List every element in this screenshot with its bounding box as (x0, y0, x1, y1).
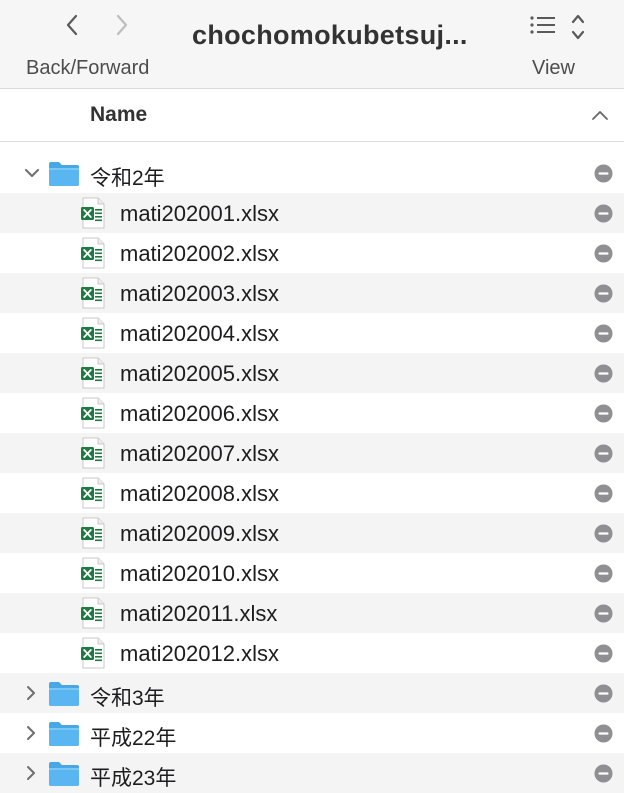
file-name: mati202005.xlsx (120, 361, 279, 386)
remove-icon[interactable] (594, 724, 613, 743)
chevron-right-icon (116, 14, 128, 36)
excel-file-icon (81, 517, 105, 549)
disclosure-toggle[interactable] (20, 683, 44, 703)
folder-row[interactable]: 令和2年 (0, 153, 624, 193)
file-name: mati202003.xlsx (120, 281, 279, 306)
disclosure-toggle[interactable] (20, 163, 44, 183)
folder-icon (49, 162, 79, 186)
file-row[interactable]: mati202007.xlsx (0, 433, 624, 473)
excel-file-icon (81, 277, 105, 309)
folder-row[interactable]: 令和3年 (0, 673, 624, 713)
excel-file-icon (81, 637, 105, 669)
file-name: mati202011.xlsx (120, 601, 278, 626)
file-name: mati202012.xlsx (120, 641, 279, 666)
remove-icon[interactable] (594, 284, 613, 303)
sort-ascending-icon[interactable] (589, 105, 611, 125)
file-row[interactable]: mati202004.xlsx (0, 313, 624, 353)
name-column-header[interactable]: Name (90, 103, 147, 127)
chevron-down-icon (25, 169, 39, 177)
excel-file-icon (81, 197, 105, 229)
back-forward-label: Back/Forward (26, 57, 150, 79)
remove-icon[interactable] (594, 444, 613, 463)
chevron-left-icon (66, 14, 78, 36)
excel-file-icon (81, 597, 105, 629)
excel-file-icon (81, 237, 105, 269)
remove-icon[interactable] (594, 524, 613, 543)
remove-icon[interactable] (594, 564, 613, 583)
remove-icon[interactable] (594, 364, 613, 383)
file-list: 令和2年 mati202001.xlsx mati202002.xlsx mati20… (0, 153, 624, 793)
file-name: mati202006.xlsx (120, 401, 279, 426)
remove-icon[interactable] (594, 764, 613, 783)
disclosure-toggle[interactable] (20, 763, 44, 783)
file-name: mati202008.xlsx (120, 481, 279, 506)
file-name: mati202009.xlsx (120, 521, 279, 546)
view-mode-button[interactable] (528, 10, 558, 40)
chevron-right-icon (27, 726, 35, 740)
folder-row[interactable]: 平成23年 (0, 753, 624, 793)
file-row[interactable]: mati202010.xlsx (0, 553, 624, 593)
remove-icon[interactable] (594, 604, 613, 623)
remove-icon[interactable] (594, 684, 613, 703)
file-row[interactable]: mati202008.xlsx (0, 473, 624, 513)
toolbar: Back/Forward chochomokubetsuj... View (0, 0, 624, 89)
file-row[interactable]: mati202009.xlsx (0, 513, 624, 553)
excel-file-icon (81, 357, 105, 389)
view-mode-dropdown[interactable] (568, 10, 588, 44)
view-label: View (532, 57, 575, 79)
remove-icon[interactable] (594, 164, 613, 183)
remove-icon[interactable] (594, 484, 613, 503)
folder-icon (49, 762, 79, 786)
excel-file-icon (81, 557, 105, 589)
folder-name: 令和3年 (90, 687, 165, 710)
chevron-right-icon (27, 766, 35, 780)
remove-icon[interactable] (594, 204, 613, 223)
file-name: mati202010.xlsx (120, 561, 279, 586)
list-view-icon (530, 16, 555, 34)
file-row[interactable]: mati202012.xlsx (0, 633, 624, 673)
file-name: mati202007.xlsx (120, 441, 279, 466)
chevron-right-icon (27, 686, 35, 700)
window-title: chochomokubetsuj... (192, 20, 468, 50)
excel-file-icon (81, 477, 105, 509)
remove-icon[interactable] (594, 644, 613, 663)
folder-icon (49, 722, 79, 746)
column-header: Name (0, 89, 624, 142)
forward-button[interactable] (108, 10, 136, 40)
folder-icon (49, 682, 79, 706)
chevron-up-down-icon (571, 14, 585, 40)
remove-icon[interactable] (594, 324, 613, 343)
file-row[interactable]: mati202003.xlsx (0, 273, 624, 313)
file-name: mati202004.xlsx (120, 321, 279, 346)
file-row[interactable]: mati202006.xlsx (0, 393, 624, 433)
file-row[interactable]: mati202002.xlsx (0, 233, 624, 273)
file-name: mati202001.xlsx (120, 201, 279, 226)
disclosure-toggle[interactable] (20, 723, 44, 743)
file-row[interactable]: mati202001.xlsx (0, 193, 624, 233)
folder-row[interactable]: 平成22年 (0, 713, 624, 753)
excel-file-icon (81, 317, 105, 349)
folder-name: 令和2年 (90, 167, 165, 190)
back-button[interactable] (58, 10, 86, 40)
remove-icon[interactable] (594, 244, 613, 263)
file-row[interactable]: mati202011.xlsx (0, 593, 624, 633)
remove-icon[interactable] (594, 404, 613, 423)
folder-name: 平成22年 (90, 727, 177, 750)
folder-name: 平成23年 (90, 767, 177, 790)
file-row[interactable]: mati202005.xlsx (0, 353, 624, 393)
file-name: mati202002.xlsx (120, 241, 279, 266)
excel-file-icon (81, 397, 105, 429)
excel-file-icon (81, 437, 105, 469)
